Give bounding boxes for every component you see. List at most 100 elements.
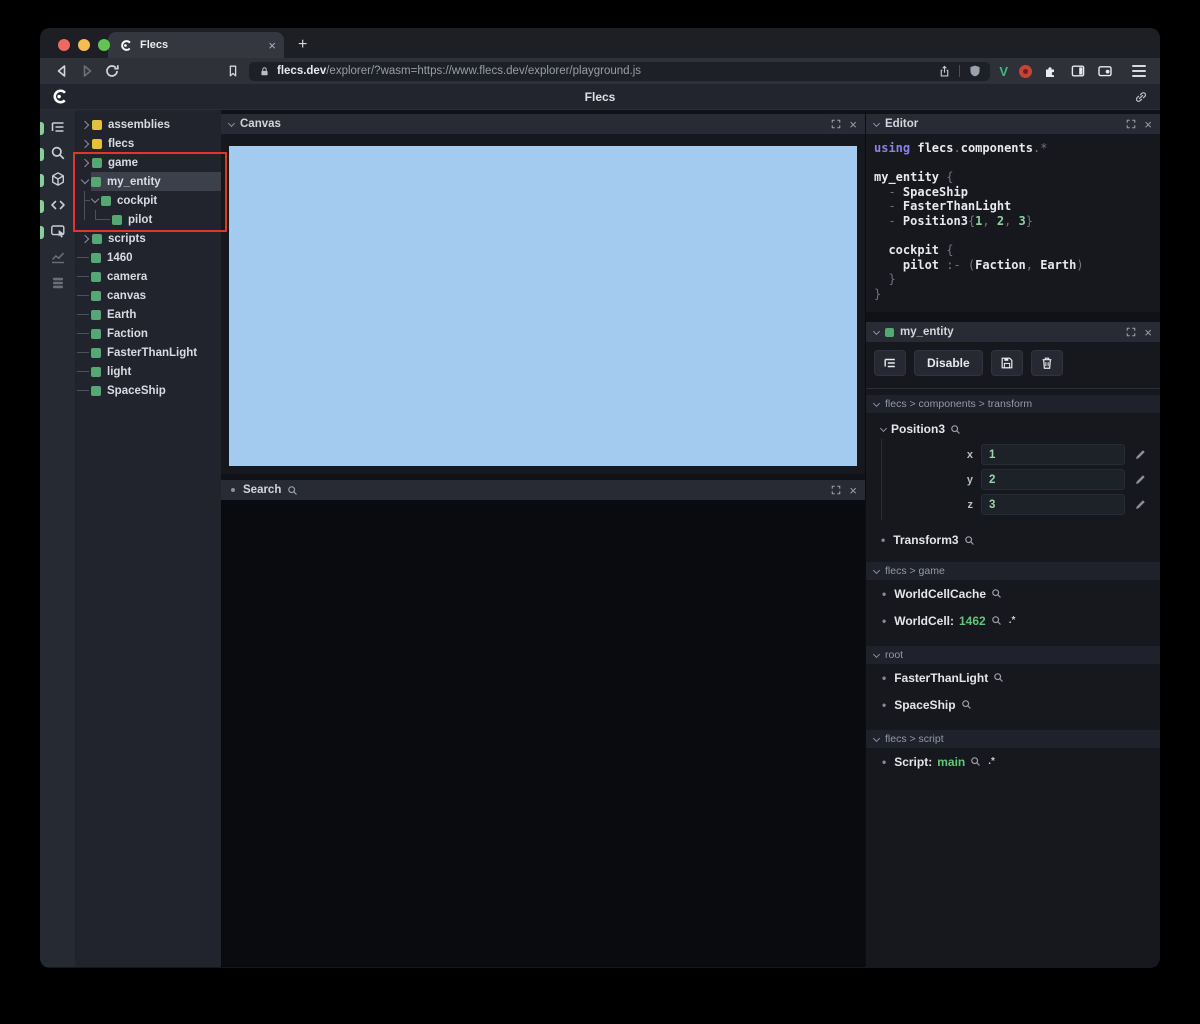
menu-icon[interactable] bbox=[1132, 65, 1146, 77]
z-value-input[interactable]: 3 bbox=[981, 494, 1125, 515]
shield-icon[interactable] bbox=[968, 64, 982, 78]
tree-item-camera[interactable]: camera bbox=[75, 267, 221, 286]
component-worldcell[interactable]: • WorldCell: 1462 .* bbox=[866, 607, 1160, 634]
tree-item-scripts[interactable]: scripts bbox=[75, 229, 221, 248]
tree-item-light[interactable]: light bbox=[75, 362, 221, 381]
save-button[interactable] bbox=[990, 350, 1023, 376]
trash-icon bbox=[1040, 356, 1054, 370]
query-icon[interactable] bbox=[991, 588, 1002, 599]
x-value-input[interactable]: 1 bbox=[981, 444, 1125, 465]
zoom-window-button[interactable] bbox=[98, 39, 110, 51]
url-bar[interactable]: flecs.dev/explorer/?wasm=https://www.fle… bbox=[249, 61, 991, 81]
component-worldcellcache[interactable]: • WorldCellCache bbox=[866, 580, 1160, 607]
edit-pencil-icon[interactable] bbox=[1134, 473, 1147, 486]
query-icon[interactable] bbox=[993, 672, 1004, 683]
y-value-input[interactable]: 2 bbox=[981, 469, 1125, 490]
section-flecs-script[interactable]: flecs > script bbox=[866, 730, 1160, 748]
entities-cube-icon[interactable] bbox=[50, 171, 66, 187]
query-icon[interactable] bbox=[964, 535, 975, 546]
section-root[interactable]: root bbox=[866, 646, 1160, 664]
component-position3[interactable]: Position3 bbox=[866, 419, 1160, 439]
tree-item-1460[interactable]: 1460 bbox=[75, 248, 221, 267]
tree-item-label: my_entity bbox=[107, 175, 161, 188]
tree-item-game[interactable]: game bbox=[75, 153, 221, 172]
chevron-right-icon[interactable] bbox=[80, 120, 90, 129]
tree-connector bbox=[95, 219, 110, 220]
search-panel-body[interactable] bbox=[221, 500, 865, 967]
delete-button[interactable] bbox=[1030, 350, 1063, 376]
red-extension-icon[interactable] bbox=[1019, 64, 1032, 78]
close-window-button[interactable] bbox=[58, 39, 70, 51]
close-icon[interactable]: × bbox=[849, 484, 857, 497]
forward-icon[interactable] bbox=[79, 63, 95, 79]
search-icon[interactable] bbox=[50, 145, 66, 161]
component-script[interactable]: • Script: main .* bbox=[866, 748, 1160, 775]
tree-item-FasterThanLight[interactable]: FasterThanLight bbox=[75, 343, 221, 362]
close-icon[interactable]: × bbox=[1144, 326, 1152, 339]
tree-item-label: camera bbox=[107, 270, 148, 283]
query-icon[interactable] bbox=[961, 699, 972, 710]
section-flecs-game[interactable]: flecs > game bbox=[866, 562, 1160, 580]
tree-item-assemblies[interactable]: assemblies bbox=[75, 115, 221, 134]
minimize-window-button[interactable] bbox=[78, 39, 90, 51]
expand-icon[interactable] bbox=[831, 119, 841, 129]
query-icon[interactable] bbox=[970, 756, 981, 767]
tree-item-pilot[interactable]: pilot bbox=[75, 210, 221, 229]
chevron-right-icon[interactable] bbox=[80, 139, 90, 148]
back-icon[interactable] bbox=[54, 63, 70, 79]
wallet-icon[interactable] bbox=[1097, 63, 1113, 79]
section-flecs-components-transform[interactable]: flecs > components > transform bbox=[866, 395, 1160, 413]
component-transform3[interactable]: • Transform3 bbox=[866, 530, 1160, 550]
extensions-puzzle-icon[interactable] bbox=[1043, 63, 1059, 79]
chevron-down-icon[interactable] bbox=[227, 119, 236, 127]
new-tab-button[interactable]: + bbox=[298, 37, 307, 53]
chevron-down-icon[interactable] bbox=[879, 424, 888, 432]
tree-item-Earth[interactable]: Earth bbox=[75, 305, 221, 324]
edit-pencil-icon[interactable] bbox=[1134, 498, 1147, 511]
component-name: Script: bbox=[894, 754, 933, 769]
tree-item-flecs[interactable]: flecs bbox=[75, 134, 221, 153]
chevron-down-icon[interactable] bbox=[80, 175, 90, 185]
bookmark-icon[interactable] bbox=[226, 64, 240, 78]
reload-icon[interactable] bbox=[104, 63, 120, 79]
disable-button[interactable]: Disable bbox=[914, 350, 983, 376]
tree-item-SpaceShip[interactable]: SpaceShip bbox=[75, 381, 221, 400]
expand-icon[interactable] bbox=[831, 485, 841, 495]
tree-item-Faction[interactable]: Faction bbox=[75, 324, 221, 343]
tree-item-label: scripts bbox=[108, 232, 146, 245]
tree-item-cockpit[interactable]: cockpit bbox=[75, 191, 221, 210]
close-icon[interactable]: × bbox=[1144, 118, 1152, 131]
search-icon bbox=[287, 485, 298, 496]
chevron-down-icon[interactable] bbox=[90, 194, 100, 204]
render-canvas[interactable] bbox=[229, 146, 857, 466]
tables-icon[interactable] bbox=[50, 275, 66, 291]
expand-icon[interactable] bbox=[1126, 327, 1136, 337]
code-editor[interactable]: using flecs.components.* my_entity { - S… bbox=[866, 134, 1160, 312]
close-icon[interactable]: × bbox=[849, 118, 857, 131]
tree-item-canvas[interactable]: canvas bbox=[75, 286, 221, 305]
inspect-icon[interactable] bbox=[50, 223, 66, 239]
share-icon[interactable] bbox=[938, 65, 951, 78]
field-row-x: x 1 bbox=[882, 442, 1154, 467]
code-icon[interactable] bbox=[50, 197, 66, 213]
tree-view-button[interactable] bbox=[874, 350, 906, 376]
sidebar-toggle-icon[interactable] bbox=[1070, 63, 1086, 79]
close-tab-icon[interactable]: × bbox=[268, 39, 276, 52]
component-spaceship[interactable]: • SpaceShip bbox=[866, 691, 1160, 718]
query-icon[interactable] bbox=[950, 424, 961, 435]
vue-devtools-icon[interactable]: V bbox=[999, 64, 1008, 79]
expand-icon[interactable] bbox=[1126, 119, 1136, 129]
tree-item-label: pilot bbox=[128, 213, 153, 226]
chevron-down-icon[interactable] bbox=[872, 327, 881, 335]
entity-tree-icon[interactable] bbox=[50, 119, 66, 135]
chevron-right-icon[interactable] bbox=[80, 158, 90, 167]
statistics-icon[interactable] bbox=[50, 249, 66, 265]
edit-pencil-icon[interactable] bbox=[1134, 448, 1147, 461]
chevron-down-icon[interactable] bbox=[872, 119, 881, 127]
wildcard-suffix: .* bbox=[1008, 615, 1016, 626]
component-fasterthanlight[interactable]: • FasterThanLight bbox=[866, 664, 1160, 691]
tree-item-my_entity[interactable]: my_entity bbox=[75, 172, 221, 191]
chevron-right-icon[interactable] bbox=[80, 234, 90, 243]
query-icon[interactable] bbox=[991, 615, 1002, 626]
browser-tab[interactable]: Flecs × bbox=[108, 32, 284, 58]
